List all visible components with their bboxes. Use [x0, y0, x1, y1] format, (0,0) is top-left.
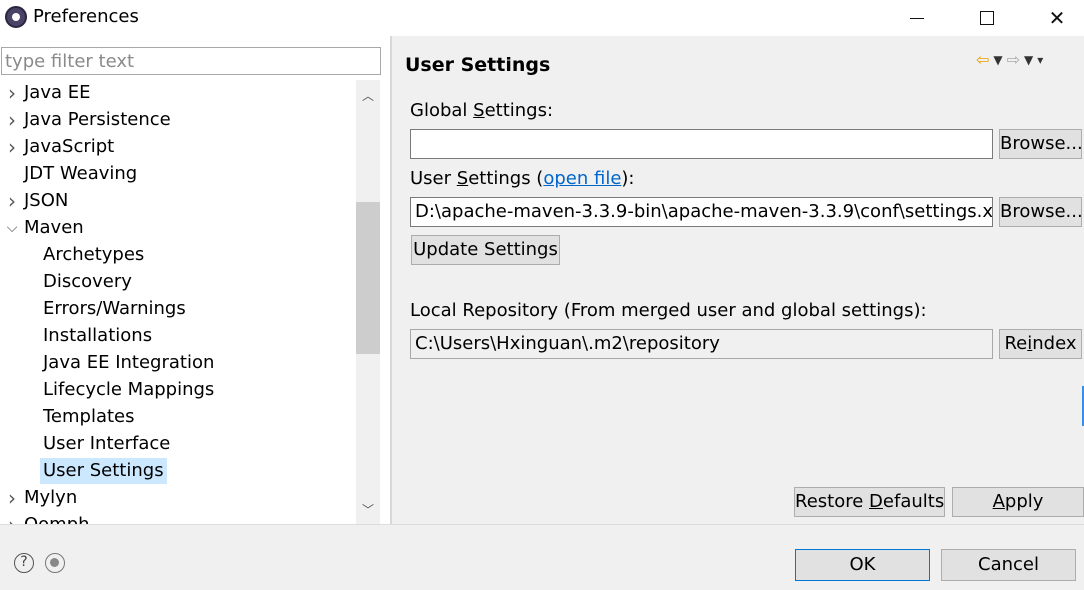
chevron-up-icon: ︿ [361, 88, 374, 103]
minimize-button[interactable] [890, 0, 944, 36]
minimize-icon [910, 17, 924, 19]
view-menu-icon[interactable]: ▾ [1037, 53, 1043, 67]
forward-dropdown-icon[interactable]: ▼ [1024, 53, 1033, 67]
local-repository-label: Local Repository (From merged user and g… [410, 300, 927, 321]
scroll-down-button[interactable]: ﹀ [356, 494, 380, 524]
tree-item-label: Oomph [24, 512, 90, 524]
preferences-tree: › Java EE › Java Persistence › JavaScript JDT … [0, 80, 356, 524]
global-browse-button[interactable]: Browse... [999, 129, 1083, 159]
tree-item-label: Archetypes [43, 244, 145, 265]
close-icon: ✕ [1048, 6, 1066, 30]
tree-item[interactable]: › Java Persistence [0, 107, 356, 133]
back-dropdown-icon[interactable]: ▼ [993, 53, 1002, 67]
tree-item[interactable]: Errors/Warnings [0, 296, 356, 322]
tree-item-label: JavaScript [24, 136, 115, 157]
tree-item-label: Discovery [43, 271, 132, 292]
tree-item-label: Lifecycle Mappings [43, 379, 215, 400]
ok-button[interactable]: OK [795, 549, 930, 581]
page-navigation: ⇦ ▼ ⇨ ▼ ▾ [976, 50, 1043, 69]
back-arrow-icon[interactable]: ⇦ [976, 50, 989, 69]
global-settings-label: Global Settings: [410, 100, 554, 121]
scroll-up-button[interactable]: ︿ [356, 80, 380, 110]
chevron-right-icon[interactable]: › [6, 80, 18, 106]
tree-scrollbar[interactable]: ︿ ﹀ [356, 80, 380, 524]
tree-item[interactable]: › Mylyn [0, 485, 356, 511]
user-settings-input[interactable]: D:\apache-maven-3.3.9-bin\apache-maven-3… [410, 197, 993, 227]
filter-input[interactable] [1, 47, 381, 75]
tree-item[interactable]: JDT Weaving [0, 161, 356, 187]
tree-item[interactable]: ⌵ Maven [0, 215, 356, 241]
tree-item-label: User Interface [43, 433, 171, 454]
open-file-link[interactable]: open file [543, 168, 621, 189]
reindex-button[interactable]: Reindex [999, 329, 1082, 359]
tree-item-label: Installations [43, 325, 153, 346]
forward-arrow-icon[interactable]: ⇨ [1007, 50, 1020, 69]
update-settings-button[interactable]: Update Settings [411, 235, 560, 265]
tree-item[interactable]: Installations [0, 323, 356, 349]
tree-item[interactable]: Templates [0, 404, 356, 430]
user-browse-button[interactable]: Browse... [999, 197, 1083, 227]
tree-item-label: Java EE Integration [43, 352, 215, 373]
apply-button[interactable]: Apply [952, 487, 1084, 517]
tree-item-label: Java Persistence [24, 109, 171, 130]
tree-item[interactable]: › JSON [0, 188, 356, 214]
tree-item[interactable]: Discovery [0, 269, 356, 295]
preferences-icon[interactable] [45, 553, 65, 573]
cancel-button[interactable]: Cancel [941, 549, 1076, 581]
help-icon[interactable]: ? [14, 553, 34, 573]
restore-defaults-button[interactable]: Restore Defaults [794, 487, 945, 517]
chevron-right-icon[interactable]: › [6, 512, 18, 524]
tree-item-label: Mylyn [24, 487, 78, 508]
tree-item[interactable]: User Interface [0, 431, 356, 457]
preferences-tree-panel: › Java EE › Java Persistence › JavaScript JDT … [0, 36, 390, 524]
tree-item-label: User Settings [40, 458, 167, 484]
tree-item-label: Templates [43, 406, 135, 427]
user-settings-label: User Settings (open file): [410, 168, 635, 189]
user-settings-page: User Settings ⇦ ▼ ⇨ ▼ ▾ Global Settings:… [392, 36, 1084, 524]
chevron-right-icon[interactable]: › [6, 134, 18, 160]
maximize-icon [980, 11, 994, 25]
title-bar: Preferences ✕ [0, 0, 1084, 36]
scroll-thumb[interactable] [356, 202, 380, 354]
tree-item[interactable]: › JavaScript [0, 134, 356, 160]
dialog-button-bar: ? OK Cancel [0, 524, 1084, 590]
tree-item-label: Java EE [24, 82, 91, 103]
chevron-down-icon: ﹀ [361, 502, 374, 517]
tree-item-label: JDT Weaving [24, 163, 138, 184]
close-button[interactable]: ✕ [1030, 0, 1084, 36]
tree-item[interactable]: › Oomph [0, 512, 356, 524]
tree-item[interactable]: › Java EE [0, 80, 356, 106]
eclipse-app-icon [5, 6, 27, 28]
tree-item[interactable]: Java EE Integration [0, 350, 356, 376]
tree-item[interactable]: Archetypes [0, 242, 356, 268]
tree-item-label: JSON [24, 190, 69, 211]
window-title: Preferences [33, 6, 139, 27]
tree-item[interactable]: Lifecycle Mappings [0, 377, 356, 403]
chevron-right-icon[interactable]: › [6, 188, 18, 214]
tree-item-label: Maven [24, 217, 84, 238]
local-repository-field: C:\Users\Hxinguan\.m2\repository [410, 329, 993, 359]
chevron-down-icon[interactable]: ⌵ [6, 215, 18, 241]
global-settings-input[interactable] [410, 129, 993, 159]
chevron-right-icon[interactable]: › [6, 107, 18, 133]
chevron-right-icon[interactable]: › [6, 485, 18, 511]
maximize-button[interactable] [960, 0, 1014, 36]
page-title: User Settings [405, 54, 551, 76]
tree-item[interactable]: User Settings [0, 458, 356, 484]
tree-item-label: Errors/Warnings [43, 298, 186, 319]
